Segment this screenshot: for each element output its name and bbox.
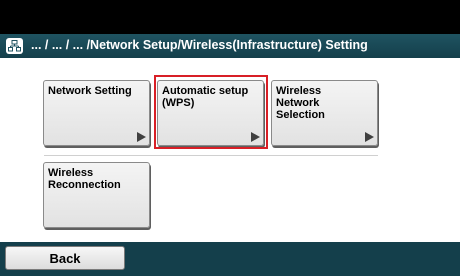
bottom-bar: Back [0, 242, 460, 276]
right-arrow-icon [137, 132, 146, 142]
breadcrumb: ... / ... / ... /Network Setup/Wireless(… [31, 38, 368, 52]
top-black-bar [0, 0, 460, 34]
wireless-network-selection-button[interactable]: Wireless Network Selection [271, 80, 378, 146]
selection-highlight [154, 75, 268, 149]
row-divider [44, 155, 378, 156]
menu-panel: Network Setting Automatic setup (WPS) Wi… [0, 58, 460, 242]
wireless-reconnection-label: Wireless Reconnection [48, 167, 121, 191]
network-setting-label: Network Setting [48, 85, 132, 97]
back-button[interactable]: Back [5, 246, 125, 270]
wireless-network-selection-label: Wireless Network Selection [276, 85, 325, 121]
right-arrow-icon [365, 132, 374, 142]
network-icon [6, 38, 23, 54]
wireless-reconnection-button[interactable]: Wireless Reconnection [43, 162, 150, 228]
title-bar: ... / ... / ... /Network Setup/Wireless(… [0, 34, 460, 58]
network-setting-button[interactable]: Network Setting [43, 80, 150, 146]
